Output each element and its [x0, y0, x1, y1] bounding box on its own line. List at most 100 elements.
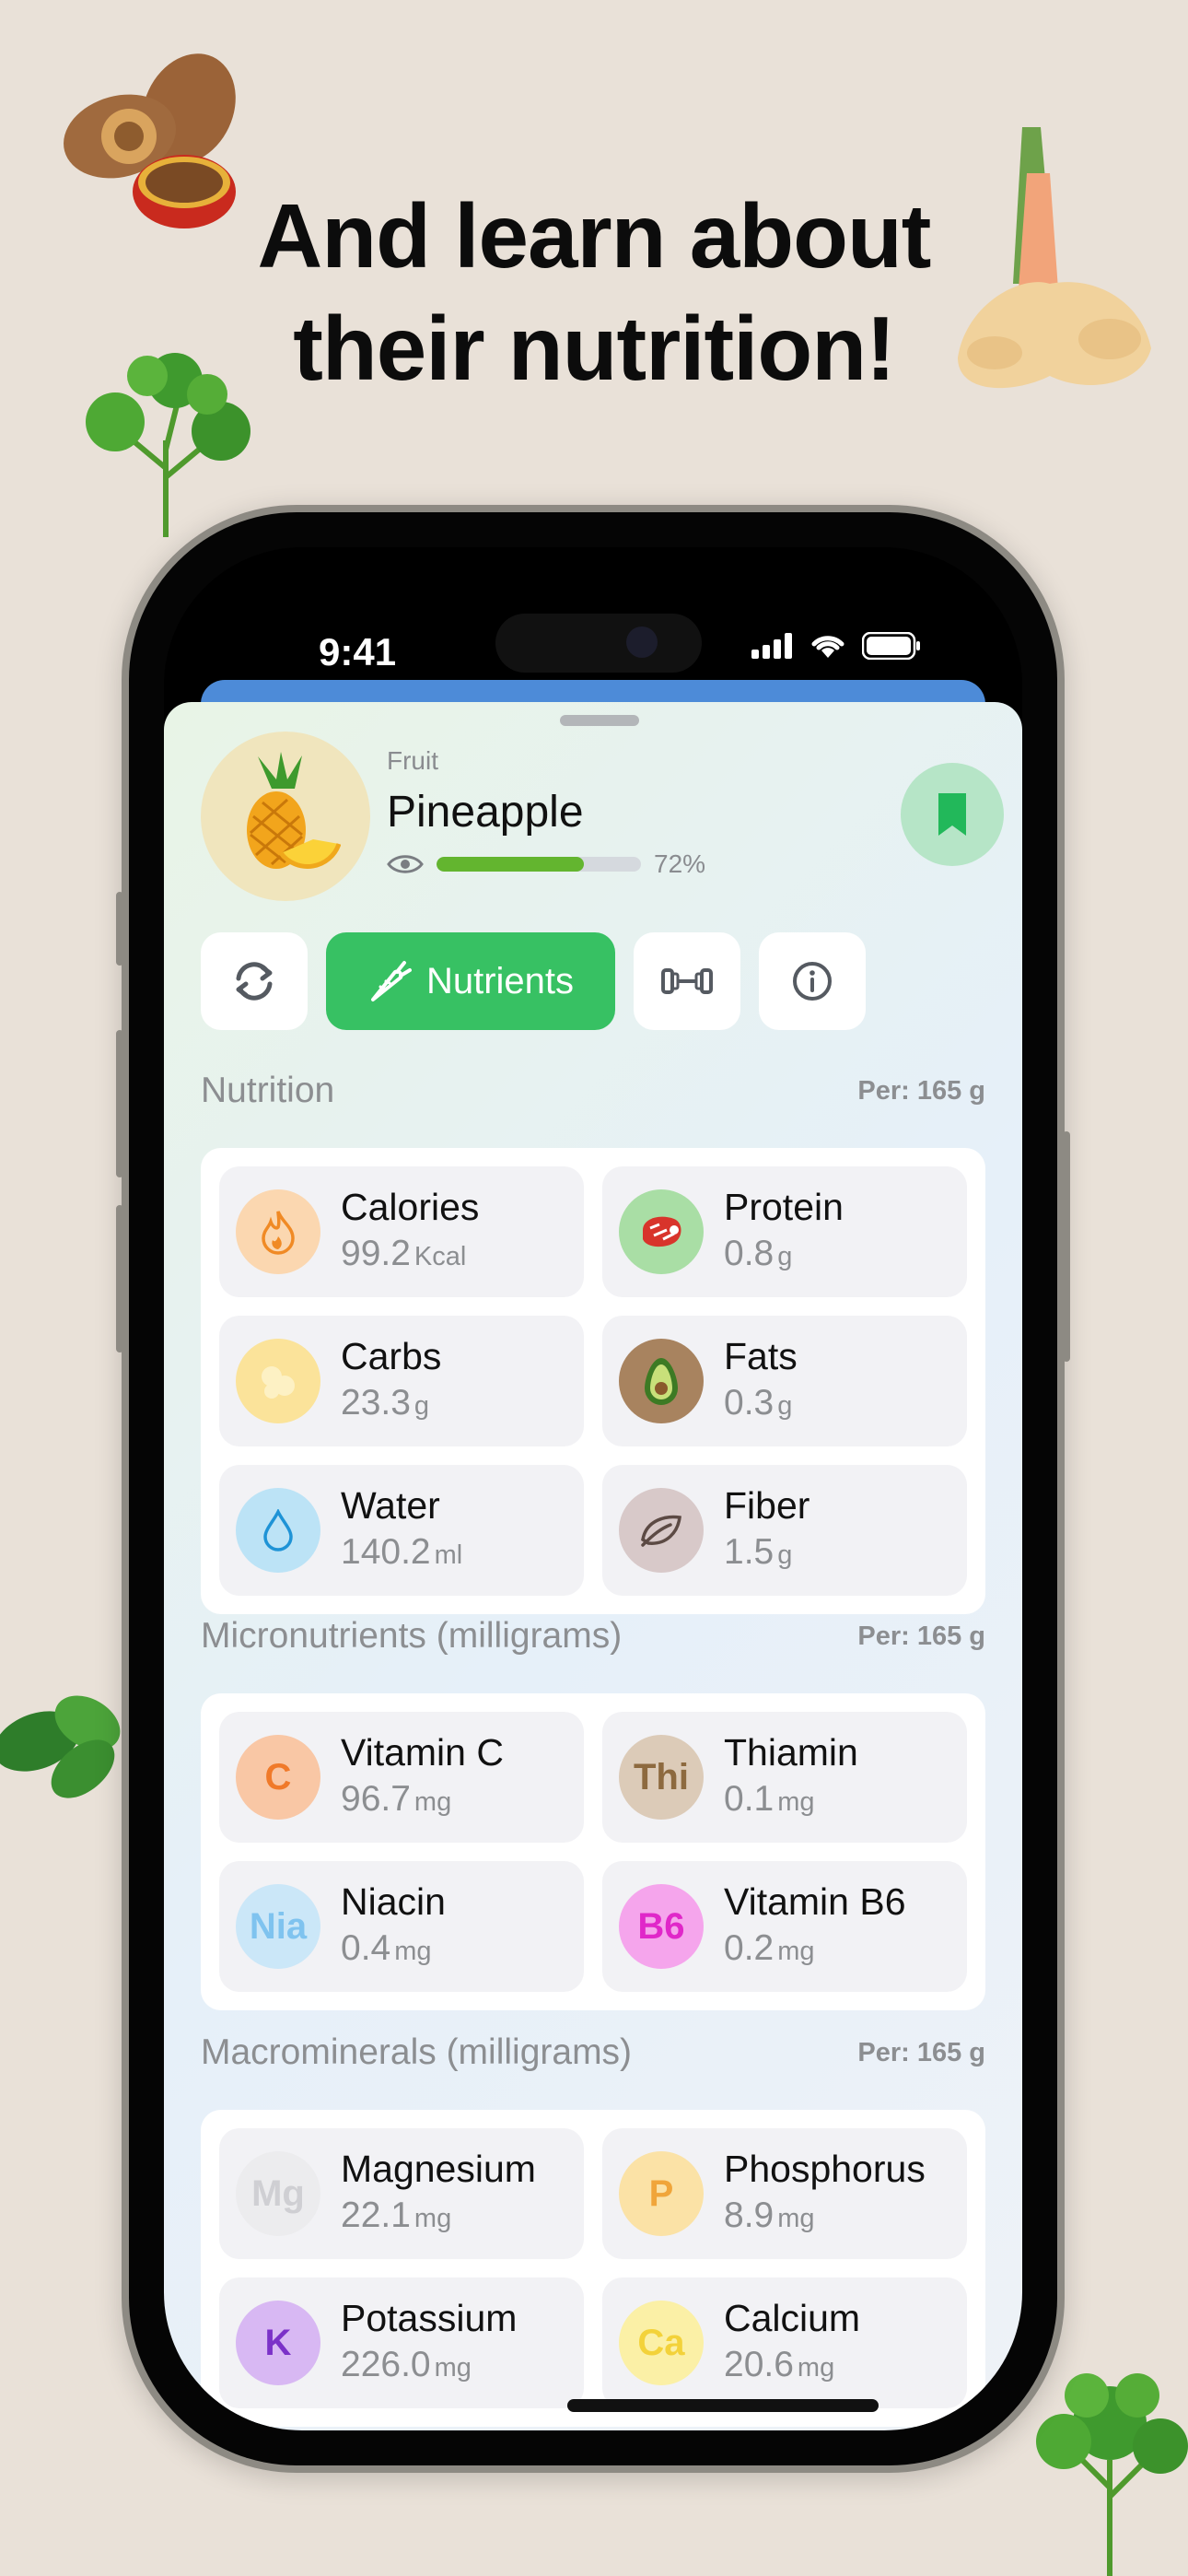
tab-info[interactable] [759, 932, 866, 1030]
volume-down-button [116, 1205, 123, 1352]
nutrient-unit: g [777, 1540, 793, 1570]
macrominerals-per: Per: 165 g [857, 2037, 985, 2067]
nutrition-per: Per: 165 g [857, 1075, 985, 1106]
progress-bar-fill [437, 857, 584, 872]
nutrient-card-thiamin[interactable]: Thi Thiamin 0.1 mg [602, 1712, 967, 1843]
volume-up-button [116, 1030, 123, 1177]
wifi-icon [811, 636, 844, 658]
refresh-icon [236, 962, 273, 1001]
progress-percent: 72% [654, 849, 706, 878]
nutrient-card-fats[interactable]: Fats 0.3 g [602, 1316, 967, 1446]
food-image [201, 732, 370, 901]
flame-icon [236, 1189, 320, 1274]
read-progress: 72% [387, 849, 705, 879]
nutrition-grid: Calories 99.2 Kcal Protein 0.8 g Carbs 2… [201, 1148, 985, 1614]
nutrient-card-potassium[interactable]: K Potassium 226.0 mg [219, 2277, 584, 2408]
nutrient-unit: mg [394, 1936, 432, 1966]
nutrient-card-calories[interactable]: Calories 99.2 Kcal [219, 1166, 584, 1297]
phone-mockup: 9:41 Fruit Pineapple 72% Nutrients Nutri… [116, 505, 1070, 2473]
macrominerals-header: Macrominerals (milligrams) Per: 165 g [201, 2032, 985, 2073]
power-button [1063, 1131, 1070, 1362]
nutrient-card-magnesium[interactable]: Mg Magnesium 22.1 mg [219, 2128, 584, 2259]
nutrient-card-calcium[interactable]: Ca Calcium 20.6 mg [602, 2277, 967, 2408]
action-button [116, 892, 123, 966]
nutrient-name: Magnesium [341, 2147, 536, 2190]
sheet-grabber[interactable] [560, 715, 639, 726]
parsley-illustration [86, 353, 250, 537]
basil-illustration [0, 1695, 121, 1798]
camera-dot [626, 626, 658, 658]
nutrient-name: Fats [724, 1334, 798, 1377]
avocado-icon [619, 1339, 704, 1423]
potassium-badge: K [236, 2301, 320, 2385]
nutrition-header: Nutrition Per: 165 g [201, 1071, 985, 1111]
nutrient-value: 0.4 [341, 1927, 391, 1968]
nutrient-card-water[interactable]: Water 140.2 ml [219, 1465, 584, 1596]
pineapple-icon [247, 752, 341, 869]
nutrient-value: 226.0 [341, 2344, 431, 2384]
nutrition-title: Nutrition [201, 1071, 335, 1110]
nutrient-card-protein[interactable]: Protein 0.8 g [602, 1166, 967, 1297]
phone-screen: 9:41 Fruit Pineapple 72% Nutrients Nutri… [164, 547, 1022, 2430]
bookmark-button[interactable] [901, 763, 1004, 866]
vitamin-b6-badge: B6 [619, 1884, 704, 1969]
nutrient-name: Calcium [724, 2296, 861, 2339]
dynamic-island [495, 614, 702, 673]
nutrient-card-phosphorus[interactable]: P Phosphorus 8.9 mg [602, 2128, 967, 2259]
leaf-icon [619, 1488, 704, 1573]
tab-refresh[interactable] [201, 932, 308, 1030]
nutrient-value: 0.3 [724, 1382, 775, 1423]
micronutrients-grid: C Vitamin C 96.7 mg Thi Thiamin 0.1 mg N… [201, 1693, 985, 2010]
carrot-icon [370, 961, 412, 1001]
nutrient-name: Fiber [724, 1483, 810, 1527]
nutrient-unit: g [777, 1390, 793, 1421]
nutrient-card-fiber[interactable]: Fiber 1.5 g [602, 1465, 967, 1596]
battery-icon [862, 632, 920, 660]
home-indicator[interactable] [567, 2399, 879, 2412]
magnesium-badge: Mg [236, 2151, 320, 2236]
nutrient-card-niacin[interactable]: Nia Niacin 0.4 mg [219, 1861, 584, 1992]
nutrient-name: Potassium [341, 2296, 518, 2339]
tab-nutrients[interactable]: Nutrients [326, 932, 615, 1030]
nutmeg-illustration [64, 53, 236, 228]
nutrient-card-vitamin-b6[interactable]: B6 Vitamin B6 0.2 mg [602, 1861, 967, 1992]
nutrient-name: Protein [724, 1185, 844, 1228]
status-icons [751, 632, 921, 660]
nutrient-unit: mg [777, 1936, 815, 1966]
nutrient-name: Water [341, 1483, 440, 1527]
bookmark-icon [938, 793, 966, 836]
phosphorus-badge: P [619, 2151, 704, 2236]
nutrient-value: 0.2 [724, 1927, 775, 1968]
ginger-illustration [958, 127, 1151, 389]
nutrient-unit: g [777, 1241, 793, 1271]
nutrient-value: 20.6 [724, 2344, 794, 2384]
nutrient-name: Phosphorus [724, 2147, 926, 2190]
cellular-signal-icon [751, 633, 792, 659]
macrominerals-grid: Mg Magnesium 22.1mg P Phosphorus 8.9mg [201, 2110, 985, 2427]
nutrient-card-vitamin-c[interactable]: C Vitamin C 96.7 mg [219, 1712, 584, 1843]
nutrient-unit: mg [777, 2203, 815, 2233]
tab-exercise[interactable] [634, 932, 740, 1030]
nutrient-name: Niacin [341, 1879, 446, 1923]
eye-icon [387, 855, 424, 873]
food-category: Fruit [387, 746, 438, 775]
nutrient-name: Vitamin B6 [724, 1879, 906, 1923]
nutrient-unit: g [413, 1390, 430, 1421]
nutrient-card-carbs[interactable]: Carbs 23.3 g [219, 1316, 584, 1446]
progress-bar [437, 857, 641, 872]
micronutrients-title: Micronutrients (milligrams) [201, 1616, 623, 1656]
nutrient-value: 140.2 [341, 1531, 431, 1572]
nutrient-unit: ml [434, 1540, 463, 1570]
dumbbell-icon [661, 968, 713, 994]
micronutrients-per: Per: 165 g [857, 1621, 985, 1651]
grain-icon [236, 1339, 320, 1423]
thiamin-badge: Thi [619, 1735, 704, 1820]
nutrient-value: 0.8 [724, 1233, 775, 1273]
nutrient-value: 96.7 [341, 1778, 411, 1819]
nutrient-name: Vitamin C [341, 1730, 504, 1774]
calcium-badge: Ca [619, 2301, 704, 2385]
nutrient-name: Thiamin [724, 1730, 858, 1774]
status-time: 9:41 [319, 630, 397, 673]
nutrient-unit: mg [413, 1786, 452, 1817]
cilantro-illustration [1036, 2373, 1188, 2576]
